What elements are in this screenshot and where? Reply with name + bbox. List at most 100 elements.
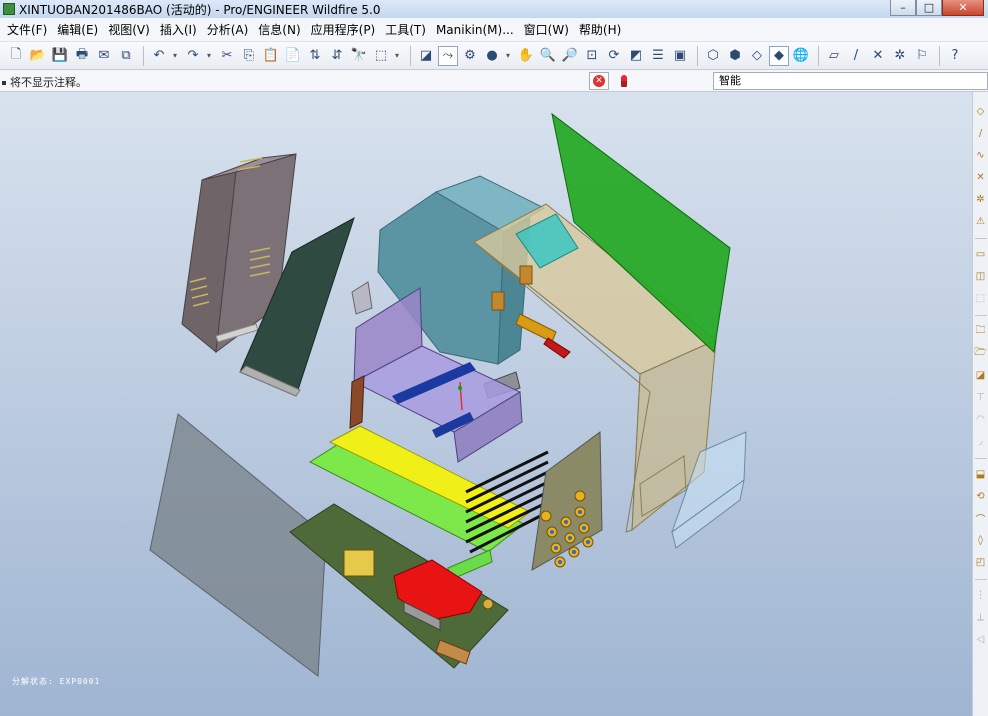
create-component-icon[interactable]: ◫ [974, 267, 988, 285]
menu-item[interactable]: Manikin(M)... [431, 23, 519, 37]
capacitor-mid [491, 291, 505, 311]
fold-icon[interactable]: 🗀 [974, 322, 988, 340]
minimize-button[interactable]: – [890, 0, 916, 16]
reorient-icon[interactable]: ⟳ [604, 46, 624, 66]
shading-icon[interactable]: ◆ [769, 45, 789, 66]
menu-item[interactable]: 窗口(W) [519, 21, 574, 38]
toolbar-separator [410, 45, 411, 66]
note-text: 将不显示注释。 [10, 76, 87, 89]
appearance-icon[interactable]: ● [482, 46, 502, 66]
revolve-icon[interactable]: ⟲ [974, 487, 988, 505]
copy-icon[interactable]: ⎘ [239, 46, 259, 66]
redo-icon[interactable]: ↷ [183, 46, 203, 66]
pan-hand-icon[interactable]: ✋ [516, 46, 536, 66]
point-display-icon[interactable]: ✕ [868, 46, 888, 66]
title-bar: XINTUOBAN201486BAO (活动的) - Pro/ENGINEER … [0, 0, 988, 18]
refit-icon[interactable]: ⊡ [582, 46, 602, 66]
sketched-curve-icon[interactable]: ∿ [974, 146, 988, 164]
capacitor-top [519, 265, 533, 285]
context-help-icon[interactable]: ? [945, 46, 965, 66]
orient-mode-icon[interactable]: ⚙ [460, 46, 480, 66]
datum-axis-display-icon[interactable]: / [846, 46, 866, 66]
paste-special-icon[interactable]: 📄 [283, 46, 303, 66]
mirror-icon[interactable]: ⟂ [974, 608, 988, 626]
datum-plane-tool-icon[interactable]: ◇ [974, 102, 988, 120]
menu-item[interactable]: 帮助(H) [574, 21, 626, 38]
menu-bar: 文件(F) 编辑(E) 视图(V) 插入(I) 分析(A) 信息(N) 应用程序(P) 工具(… [0, 18, 988, 42]
datum-axis-tool-icon[interactable]: / [974, 124, 988, 142]
close-window-icon[interactable]: ⧉ [116, 46, 136, 66]
paste-icon[interactable]: 📋 [261, 46, 281, 66]
send-mail-icon[interactable]: ✉ [94, 46, 114, 66]
bullet-icon [2, 81, 6, 85]
menu-item[interactable]: 工具(T) [380, 21, 431, 38]
extrude-icon[interactable]: ⬓ [974, 465, 988, 483]
cut-feature-icon[interactable]: ⊤ [974, 388, 988, 406]
stop-regen-button[interactable]: ✕ [589, 72, 609, 90]
zoom-in-icon[interactable]: 🔍 [538, 46, 558, 66]
red-connector [543, 337, 571, 359]
dropdown-arrow-icon[interactable]: ▾ [504, 46, 512, 66]
close-button[interactable]: ✕ [942, 0, 984, 16]
dropdown-arrow-icon[interactable]: ▾ [205, 46, 213, 66]
saved-views-icon[interactable]: ◩ [626, 46, 646, 66]
layers-icon[interactable]: ☰ [648, 46, 668, 66]
toolbar-separator [974, 315, 987, 316]
relay-component [343, 549, 375, 577]
datum-plane-display-icon[interactable]: ▱ [824, 46, 844, 66]
find-icon[interactable]: 🔭 [349, 46, 369, 66]
open-icon[interactable]: 📂 [28, 46, 48, 66]
trim-icon[interactable]: ◁ [974, 630, 988, 648]
menu-item[interactable]: 分析(A) [202, 21, 254, 38]
repaint-icon[interactable]: ◪ [416, 46, 436, 66]
toolbar-separator [974, 238, 987, 239]
menu-item[interactable]: 信息(N) [253, 21, 305, 38]
enhanced-realism-icon[interactable]: 🌐 [791, 46, 811, 66]
status-light-button[interactable] [616, 72, 632, 90]
csys-tool-icon[interactable]: ✲ [974, 190, 988, 208]
stop-icon: ✕ [593, 75, 605, 87]
wireframe-icon[interactable]: ⬡ [703, 46, 723, 66]
zoom-out-icon[interactable]: 🔎 [560, 46, 580, 66]
shell-icon[interactable]: ◰ [974, 553, 988, 571]
print-icon[interactable]: 🖶 [72, 46, 92, 66]
annotation-display-icon[interactable]: ⚐ [912, 46, 932, 66]
csys-display-icon[interactable]: ✲ [890, 46, 910, 66]
select-box-icon[interactable]: ⬚ [371, 46, 391, 66]
analysis-feature-icon[interactable]: ⚠ [974, 212, 988, 230]
cut-icon[interactable]: ✂ [217, 46, 237, 66]
chamfer-icon[interactable]: ◞ [974, 432, 988, 450]
maximize-button[interactable]: □ [916, 0, 942, 16]
selection-filter-select[interactable]: 智能 [713, 72, 988, 90]
no-hidden-icon[interactable]: ◇ [747, 46, 767, 66]
window-controls: – □ ✕ [890, 0, 984, 16]
menu-item[interactable]: 编辑(E) [52, 21, 103, 38]
toolbar-separator [697, 45, 698, 66]
spin-center-icon[interactable]: ⤳ [438, 45, 458, 66]
right-feature-toolbar: ◇ / ∿ ✕ ✲ ⚠ ▭ ◫ ⬚ 🗀 🗁 ◪ ⊤ ◠ ◞ ⬓ ⟲ ⌒ ◊ ◰ ⋮ ⟂ ◁ [972, 92, 988, 716]
skeleton-icon[interactable]: ◪ [974, 366, 988, 384]
dropdown-arrow-icon[interactable]: ▾ [393, 46, 401, 66]
undo-icon[interactable]: ↶ [149, 46, 169, 66]
folder-tool-icon[interactable]: 🗁 [974, 344, 988, 362]
view-manager-icon[interactable]: ▣ [670, 46, 690, 66]
repeat-component-icon[interactable]: ⬚ [974, 289, 988, 307]
save-icon[interactable]: 💾 [50, 46, 70, 66]
regenerate-icon[interactable]: ⇅ [305, 46, 325, 66]
menu-item[interactable]: 视图(V) [103, 21, 155, 38]
menu-item[interactable]: 文件(F) [2, 21, 52, 38]
regen-manager-icon[interactable]: ⇵ [327, 46, 347, 66]
menu-item[interactable]: 应用程序(P) [306, 21, 381, 38]
sweep-icon[interactable]: ⌒ [974, 509, 988, 527]
new-icon[interactable]: 🗋 [6, 46, 26, 66]
round-icon[interactable]: ◠ [974, 410, 988, 428]
datum-point-icon[interactable]: ✕ [974, 168, 988, 186]
add-component-icon[interactable]: ▭ [974, 245, 988, 263]
menu-item[interactable]: 插入(I) [155, 21, 202, 38]
connector-panel [531, 431, 603, 571]
pattern-icon[interactable]: ⋮ [974, 586, 988, 604]
hidden-line-icon[interactable]: ⬢ [725, 46, 745, 66]
blend-icon[interactable]: ◊ [974, 531, 988, 549]
dropdown-arrow-icon[interactable]: ▾ [171, 46, 179, 66]
graphics-window[interactable]: 分解状态: EXP0001 [0, 92, 972, 716]
